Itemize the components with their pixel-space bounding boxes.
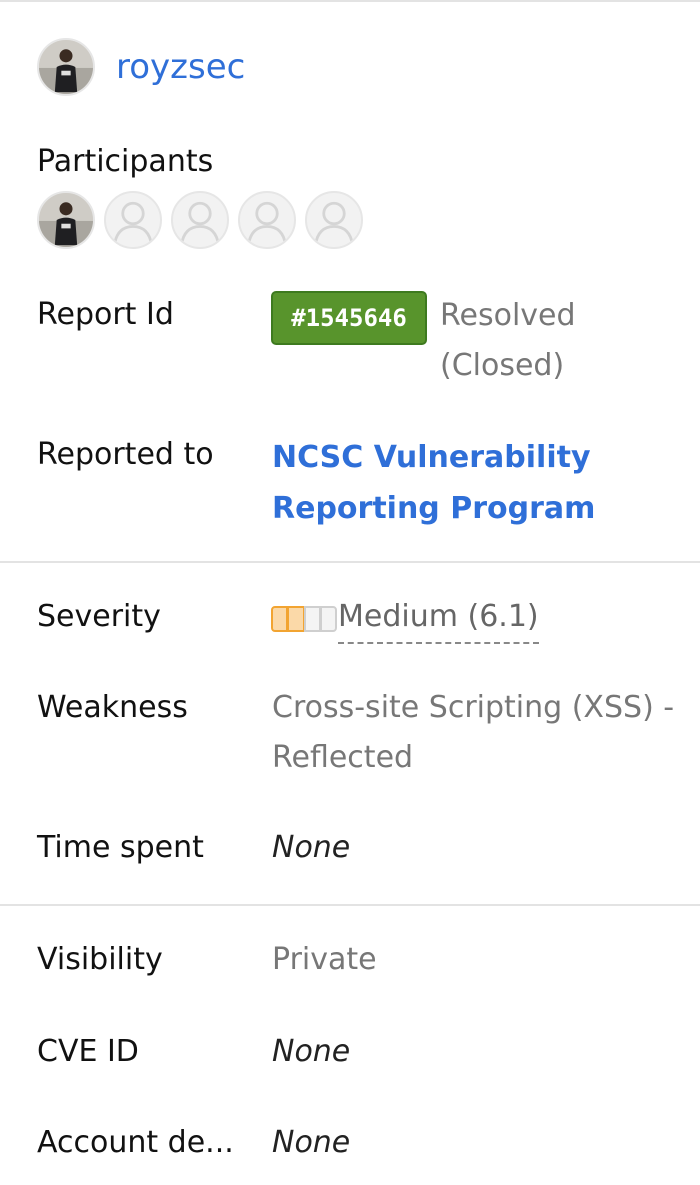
participant-avatar-placeholder[interactable] xyxy=(238,191,296,249)
participant-avatar-placeholder[interactable] xyxy=(305,191,363,249)
participant-avatar-placeholder[interactable] xyxy=(171,191,229,249)
program-link[interactable]: NCSC Vulnerability Reporting Program xyxy=(272,432,595,534)
weakness-label: Weakness xyxy=(37,690,188,725)
program-link-line-1: NCSC Vulnerability xyxy=(272,440,591,475)
severity-segment xyxy=(319,606,337,632)
severity-label: Severity xyxy=(37,599,161,634)
time-spent-value: None xyxy=(272,830,351,865)
default-user-icon xyxy=(313,201,355,246)
severity-value[interactable]: Medium (6.1) xyxy=(338,594,539,644)
account-details-label: Account de... xyxy=(37,1125,234,1160)
section-divider xyxy=(0,561,700,563)
weakness-line-2: Reflected xyxy=(272,740,414,775)
user-photo-icon xyxy=(39,40,93,94)
reporter-username-link[interactable]: royzsec xyxy=(116,44,245,90)
weakness-line-1: Cross-site Scripting (XSS) - xyxy=(272,690,675,725)
program-link-line-2: Reporting Program xyxy=(272,491,596,526)
severity-meter xyxy=(271,606,337,632)
report-status-line-2: (Closed) xyxy=(440,348,565,383)
reported-to-label: Reported to xyxy=(37,437,214,472)
top-divider xyxy=(0,0,700,2)
severity-segment xyxy=(303,606,320,632)
reporter-avatar[interactable] xyxy=(37,38,95,96)
default-user-icon xyxy=(246,201,288,246)
visibility-value: Private xyxy=(272,942,377,977)
default-user-icon xyxy=(112,201,154,246)
report-id-badge[interactable]: #1545646 xyxy=(271,291,427,345)
account-details-value: None xyxy=(272,1125,351,1160)
visibility-label: Visibility xyxy=(37,942,163,977)
report-status-line-1: Resolved xyxy=(440,298,576,333)
default-user-icon xyxy=(179,201,221,246)
severity-segment xyxy=(271,606,288,632)
time-spent-label: Time spent xyxy=(37,830,204,865)
user-photo-icon xyxy=(39,193,93,247)
weakness-value: Cross-site Scripting (XSS) - Reflected xyxy=(272,683,674,783)
participant-avatar-1[interactable] xyxy=(37,191,95,249)
report-id-label: Report Id xyxy=(37,297,174,332)
participants-label: Participants xyxy=(37,144,214,179)
cve-id-value: None xyxy=(272,1034,351,1069)
severity-segment xyxy=(287,606,304,632)
cve-id-label: CVE ID xyxy=(37,1034,139,1069)
report-status: Resolved (Closed) xyxy=(440,291,576,391)
section-divider xyxy=(0,904,700,906)
participant-avatar-placeholder[interactable] xyxy=(104,191,162,249)
